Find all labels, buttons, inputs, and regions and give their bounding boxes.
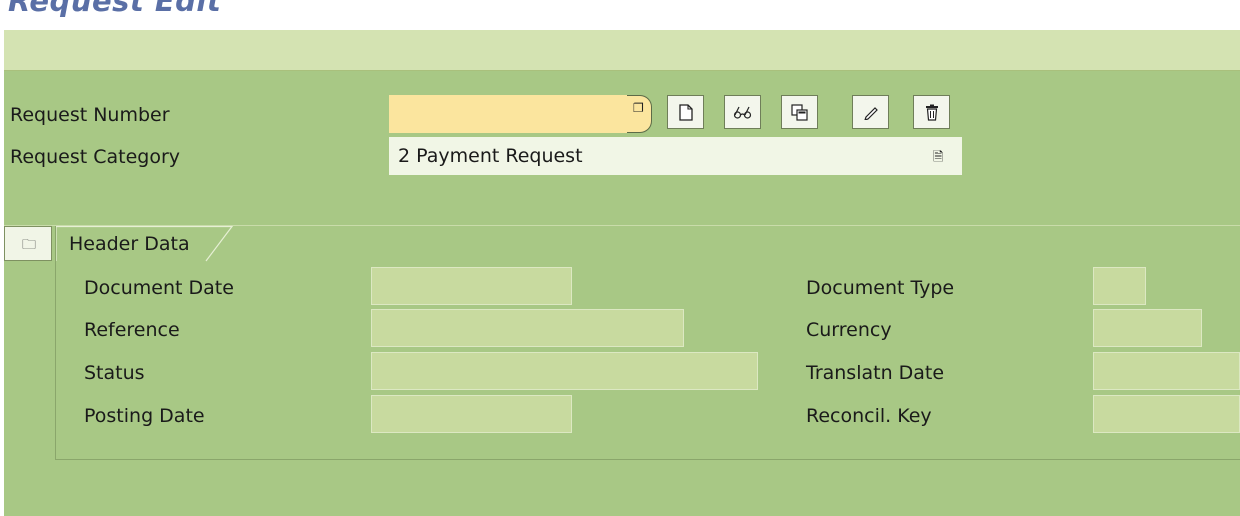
document-type-field[interactable]	[1093, 267, 1146, 305]
delete-button[interactable]	[913, 95, 950, 129]
dropdown-icon: 🗎	[933, 150, 944, 165]
status-field[interactable]	[371, 352, 758, 390]
document-date-label: Document Date	[84, 277, 234, 299]
translation-date-field[interactable]	[1093, 352, 1240, 390]
page-title: Request Edit	[8, 0, 222, 18]
request-number-input[interactable]	[389, 95, 627, 133]
reconciliation-key-field[interactable]	[1093, 395, 1240, 433]
glasses-icon	[733, 106, 751, 119]
request-number-label: Request Number	[10, 104, 170, 126]
create-button[interactable]	[667, 95, 704, 129]
display-button[interactable]	[724, 95, 761, 129]
posting-date-field[interactable]	[371, 395, 572, 433]
request-category-value: 2 Payment Request	[398, 145, 583, 167]
status-label: Status	[84, 362, 145, 384]
header-data-tab-label: Header Data	[69, 233, 190, 255]
collapse-header-button[interactable]: 🗀	[4, 226, 52, 261]
edit-button[interactable]	[852, 95, 889, 129]
translation-date-label: Translatn Date	[806, 362, 945, 384]
value-help-button[interactable]: ❐	[627, 95, 652, 133]
request-category-dropdown[interactable]: 2 Payment Request 🗎	[389, 137, 962, 175]
request-category-label: Request Category	[10, 146, 181, 168]
pencil-icon	[863, 107, 878, 120]
copy-icon	[791, 103, 808, 121]
currency-label: Currency	[806, 319, 892, 341]
trash-icon	[925, 104, 938, 121]
reference-field[interactable]	[371, 309, 684, 347]
collapse-icon: 🗀	[22, 237, 36, 253]
document-type-label: Document Type	[806, 277, 955, 299]
posting-date-label: Posting Date	[84, 405, 205, 427]
currency-field[interactable]	[1093, 309, 1202, 347]
reference-label: Reference	[84, 319, 180, 341]
title-bar: Request Edit	[0, 0, 1240, 26]
copy-button[interactable]	[781, 95, 818, 129]
new-document-icon	[678, 103, 693, 121]
document-date-field[interactable]	[371, 267, 572, 305]
application-toolbar	[4, 30, 1240, 71]
reconciliation-key-label: Reconcil. Key	[806, 405, 932, 427]
value-help-icon: ❐	[633, 101, 644, 115]
